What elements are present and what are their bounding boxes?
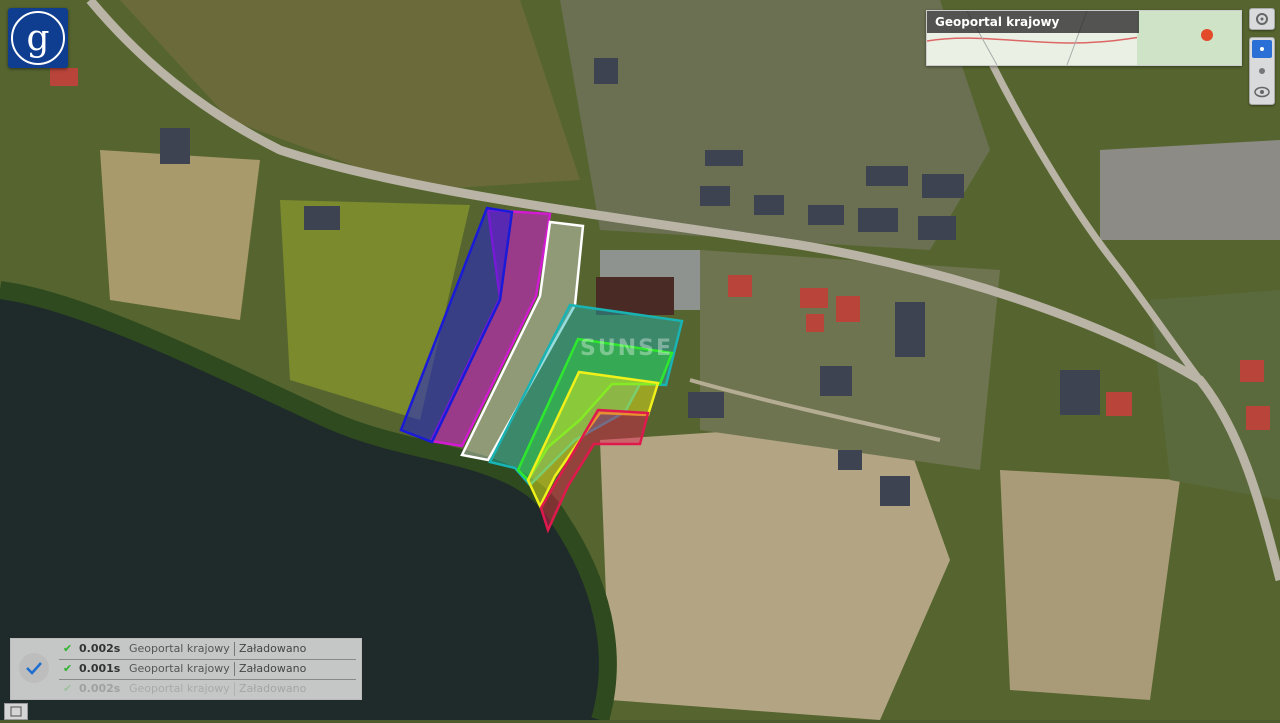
geoportal-logo-icon[interactable]: g — [8, 8, 68, 68]
settings-button[interactable] — [1249, 8, 1275, 30]
zoom-in-icon — [1260, 47, 1264, 51]
layer-status-panel: ✔ 0.002s Geoportal krajowy Załadowano ✔ … — [10, 638, 362, 700]
logo-letter: g — [26, 18, 49, 59]
checkmark-icon: ✔ — [63, 682, 73, 695]
field-south — [600, 420, 950, 720]
field-east — [1000, 470, 1180, 700]
checkmark-icon — [26, 662, 42, 675]
eye-icon — [1254, 86, 1270, 98]
zoom-in-button[interactable] — [1252, 40, 1272, 58]
minimap-title: Geoportal krajowy — [927, 11, 1139, 33]
visibility-button[interactable] — [1252, 62, 1272, 80]
overview-minimap[interactable]: Geoportal krajowy — [926, 10, 1242, 66]
watermark: SUNSE — [580, 336, 673, 361]
layer-row: ✔ 0.001s Geoportal krajowy Załadowano — [59, 659, 356, 680]
settings-icon — [1256, 13, 1268, 25]
checkmark-icon: ✔ — [63, 642, 73, 655]
map-controls — [1249, 37, 1275, 105]
layer-row: ✔ 0.002s Geoportal krajowy Załadowano — [59, 639, 356, 660]
cemetery — [1100, 140, 1280, 240]
layer-row: ✔ 0.002s Geoportal krajowy Załadowano — [59, 679, 356, 699]
dot-icon — [1259, 68, 1265, 74]
panel-toggle-button[interactable] — [19, 653, 49, 683]
view-button[interactable] — [1252, 83, 1272, 101]
checkmark-icon: ✔ — [63, 662, 73, 675]
location-marker-icon — [1201, 29, 1213, 41]
panel-toggle-icon[interactable] — [4, 703, 28, 720]
sand-plot — [100, 150, 260, 320]
